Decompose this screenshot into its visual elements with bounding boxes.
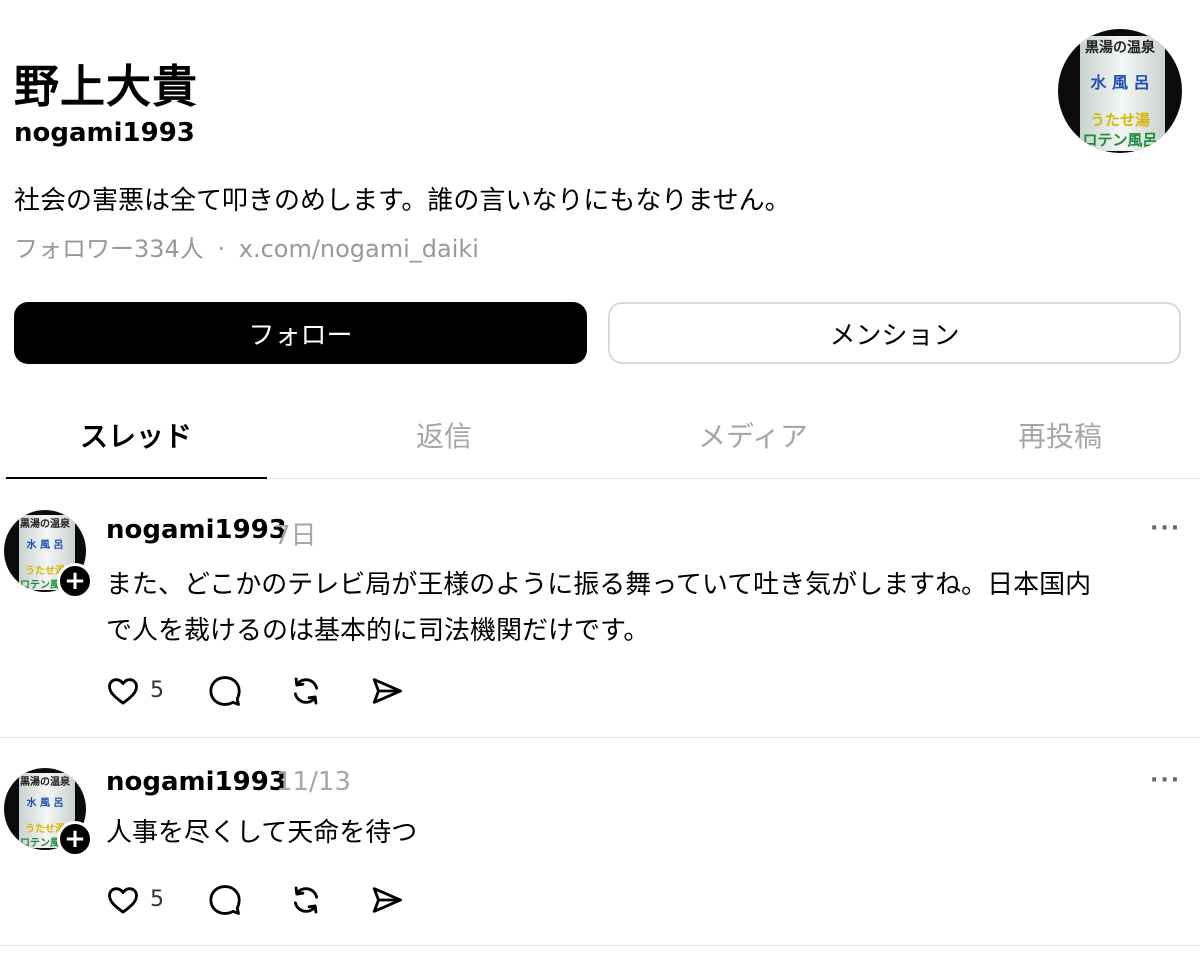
heart-icon xyxy=(108,887,138,914)
repost-button[interactable] xyxy=(289,674,323,708)
post-text-line: で人を裁けるのは基本的に司法機関だけです。 xyxy=(106,616,650,646)
follow-button[interactable]: フォロー xyxy=(14,302,587,364)
post-divider xyxy=(0,737,1200,738)
avatar-sign-line-3: うたせ湯 xyxy=(1089,111,1150,129)
avatar-sign-line-2: 水 風 呂 xyxy=(1090,73,1150,92)
mention-button[interactable]: メンション xyxy=(608,302,1181,364)
send-icon xyxy=(372,678,402,704)
avatar-sign-line-2: 水 風 呂 xyxy=(26,540,64,551)
profile-meta: フォロワー334人 · x.com/nogami_daiki xyxy=(14,229,479,264)
avatar-sign-line-1: 黒湯の温泉 xyxy=(1085,40,1155,56)
repost-icon xyxy=(293,677,319,705)
profile-handle: nogami1993 xyxy=(14,118,195,148)
repost-icon xyxy=(293,886,319,914)
profile-bio: 社会の害悪は全て叩きのめします。誰の言いなりにもなりません。 xyxy=(14,186,791,216)
comment-icon xyxy=(209,885,241,915)
active-tab-indicator xyxy=(6,477,267,479)
heart-icon xyxy=(108,678,138,705)
like-button[interactable] xyxy=(106,674,140,708)
reply-button[interactable] xyxy=(208,883,242,917)
post-text-line: また、どこかのテレビ局が王様のように振る舞っていて吐き気がしますね。日本国内 xyxy=(106,570,1092,600)
reply-button[interactable] xyxy=(208,674,242,708)
meta-separator: · xyxy=(217,235,226,263)
tab-replies[interactable]: 返信 xyxy=(294,415,594,455)
post-author[interactable]: nogami1993 xyxy=(106,515,287,545)
avatar-sign-line-1: 黒湯の温泉 xyxy=(20,519,70,530)
plus-icon[interactable]: + xyxy=(57,563,93,599)
post-time: 11/13 xyxy=(276,767,351,797)
avatar-sign-line-1: 黒湯の温泉 xyxy=(20,777,70,788)
comment-icon xyxy=(209,676,241,706)
post-time: 7日 xyxy=(274,521,317,551)
avatar-sign-line-4: ロテン風呂 xyxy=(1082,131,1158,149)
share-button[interactable] xyxy=(370,674,404,708)
like-button[interactable] xyxy=(106,883,140,917)
more-options-icon[interactable]: ··· xyxy=(1150,516,1181,541)
post-divider xyxy=(0,945,1200,946)
followers-count[interactable]: フォロワー334人 xyxy=(14,235,204,263)
profile-page: 野上大貴 nogami1993 黒湯の温泉 水 風 呂 うたせ湯 ロテン風呂 社… xyxy=(0,0,1200,975)
like-count: 5 xyxy=(150,678,164,703)
post-text: 人事を尽くして天命を待つ xyxy=(106,810,1186,856)
profile-link[interactable]: x.com/nogami_daiki xyxy=(239,235,479,263)
repost-button[interactable] xyxy=(289,883,323,917)
send-icon xyxy=(372,887,402,913)
plus-icon[interactable]: + xyxy=(57,821,93,857)
more-options-icon[interactable]: ··· xyxy=(1150,768,1181,793)
post-text-line: 人事を尽くして天命を待つ xyxy=(106,818,418,848)
tab-media[interactable]: メディア xyxy=(603,415,903,455)
share-button[interactable] xyxy=(370,883,404,917)
tab-reposts[interactable]: 再投稿 xyxy=(910,415,1200,455)
post-author[interactable]: nogami1993 xyxy=(106,767,287,797)
tab-threads[interactable]: スレッド xyxy=(0,415,286,455)
profile-avatar[interactable]: 黒湯の温泉 水 風 呂 うたせ湯 ロテン風呂 xyxy=(1058,29,1182,153)
profile-display-name: 野上大貴 xyxy=(14,60,199,113)
like-count: 5 xyxy=(150,887,164,912)
post-text: また、どこかのテレビ局が王様のように振る舞っていて吐き気がしますね。日本国内 で… xyxy=(106,562,1186,654)
avatar-sign-line-2: 水 風 呂 xyxy=(26,798,64,809)
